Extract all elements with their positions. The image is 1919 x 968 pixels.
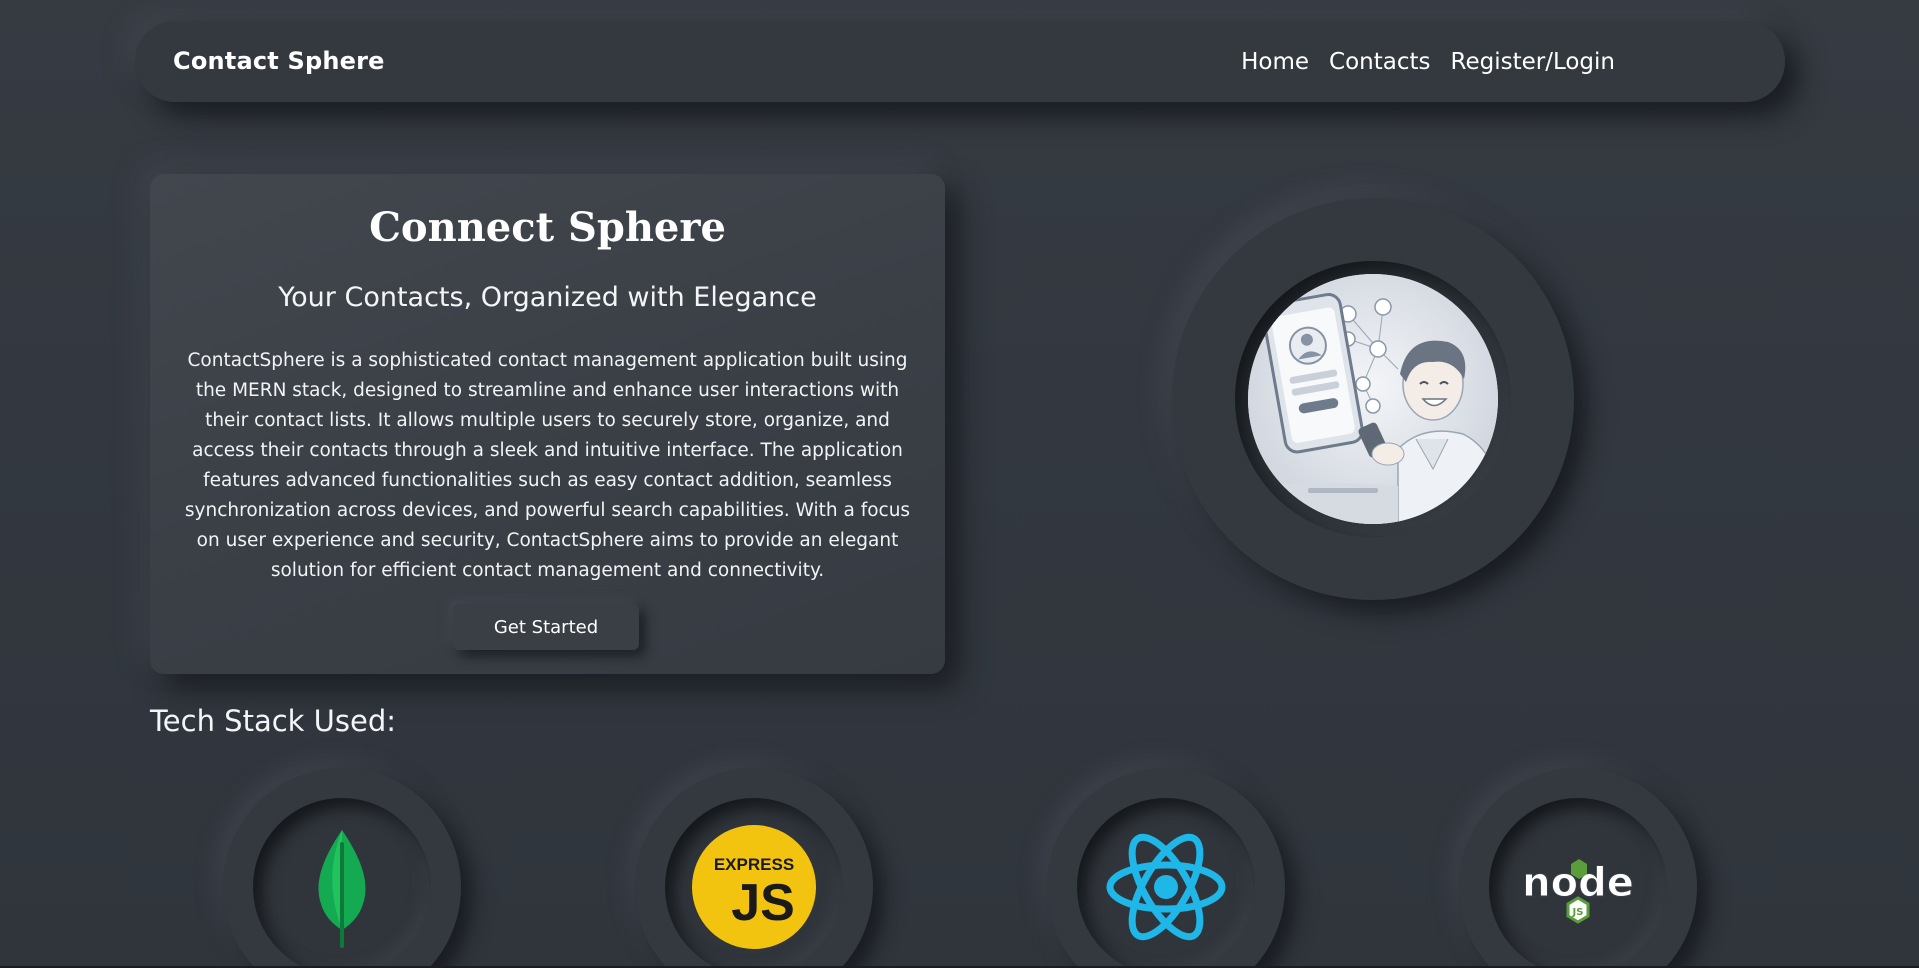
express-js-icon: EXPRESS JS: [692, 825, 816, 949]
brand-logo[interactable]: Contact Sphere: [173, 21, 385, 102]
tech-card-well: [253, 798, 431, 968]
react-atom-icon: [1106, 833, 1226, 941]
nav-link-register-login[interactable]: Register/Login: [1451, 49, 1616, 75]
hero-image-well: [1235, 261, 1511, 537]
hero-title: Connect Sphere: [369, 204, 726, 251]
tech-card-well: node JS: [1489, 798, 1667, 968]
hero-card: Connect Sphere Your Contacts, Organized …: [150, 174, 945, 674]
svg-text:JS: JS: [731, 874, 795, 932]
contacts-illustration-icon: [1248, 274, 1498, 524]
tech-card-nodejs: node JS: [1459, 768, 1697, 968]
tech-card-express: EXPRESS JS: [635, 768, 873, 968]
hero-illustration: [1248, 274, 1498, 524]
nodejs-icon: node JS: [1522, 859, 1634, 924]
get-started-button[interactable]: Get Started: [453, 604, 639, 650]
svg-text:EXPRESS: EXPRESS: [714, 855, 794, 874]
nav-links: Home Contacts Register/Login: [1241, 21, 1615, 102]
mongodb-leaf-icon: [318, 830, 366, 948]
hero-subtitle: Your Contacts, Organized with Elegance: [278, 282, 817, 313]
tech-card-react: [1047, 768, 1285, 968]
tech-card-mongodb: [223, 768, 461, 968]
tech-card-well: [1077, 798, 1255, 968]
page: Contact Sphere Home Contacts Register/Lo…: [0, 0, 1919, 968]
tech-stack-heading: Tech Stack Used:: [150, 704, 397, 738]
hero-description: ContactSphere is a sophisticated contact…: [184, 350, 911, 581]
nav-link-contacts[interactable]: Contacts: [1329, 49, 1430, 75]
hero-image-ring: [1172, 198, 1574, 600]
nav-link-home[interactable]: Home: [1241, 49, 1309, 75]
svg-text:JS: JS: [1572, 907, 1584, 918]
navbar: Contact Sphere Home Contacts Register/Lo…: [135, 21, 1785, 102]
tech-card-well: EXPRESS JS: [665, 798, 843, 968]
